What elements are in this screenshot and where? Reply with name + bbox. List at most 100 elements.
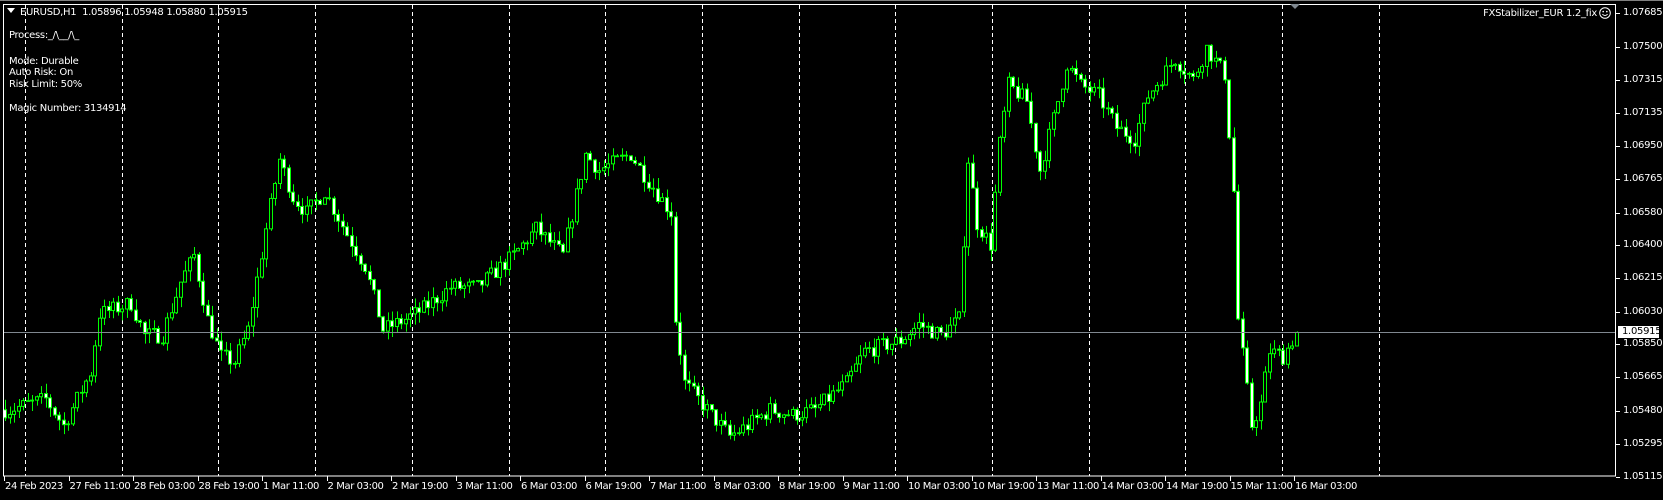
candle: [656, 178, 660, 204]
price-tick-label: 1.05115: [1623, 470, 1663, 482]
candle: [8, 406, 12, 424]
candle: [1187, 71, 1191, 79]
candle: [395, 311, 399, 333]
candle: [746, 418, 750, 436]
candle: [1281, 344, 1285, 365]
candle: [242, 330, 246, 349]
candle: [989, 223, 993, 261]
smiley-icon[interactable]: [1599, 7, 1611, 19]
candle: [431, 287, 435, 317]
candle: [107, 300, 111, 318]
candle: [399, 314, 403, 330]
candle: [84, 379, 88, 398]
candle: [134, 299, 138, 324]
candle: [1218, 57, 1222, 64]
candle: [818, 394, 822, 411]
candle: [1043, 150, 1047, 180]
symbol-menu-icon[interactable]: [7, 8, 15, 13]
candle: [102, 299, 106, 326]
candle: [1025, 83, 1029, 102]
price-tick-label: 1.06030: [1623, 305, 1663, 317]
candle: [404, 313, 408, 332]
price-tick-label: 1.06215: [1623, 272, 1663, 284]
time-tick-label: 24 Feb 2023: [5, 481, 63, 492]
symbol-label: EURUSD,H1: [20, 7, 77, 18]
candle: [440, 290, 444, 312]
candle: [269, 193, 273, 231]
candle: [606, 153, 610, 177]
time-tick-label: 6 Mar 03:00: [521, 481, 578, 492]
price-tick-label: 1.05480: [1623, 404, 1663, 416]
candle: [363, 263, 367, 275]
candle: [530, 223, 534, 247]
candle: [998, 135, 1002, 196]
candle: [314, 192, 318, 211]
candle: [962, 236, 966, 318]
candle: [98, 308, 102, 351]
candle: [1083, 74, 1087, 94]
candle: [575, 178, 579, 225]
candle: [1205, 44, 1209, 77]
candle: [584, 151, 588, 183]
candle: [566, 217, 570, 253]
candle: [93, 340, 97, 383]
candle: [1061, 88, 1065, 108]
candle: [66, 420, 70, 431]
candle: [372, 278, 376, 295]
candle: [39, 386, 43, 404]
candle: [1038, 150, 1042, 181]
candle: [723, 411, 727, 428]
candle: [152, 320, 156, 332]
candle: [1236, 184, 1240, 321]
candle: [755, 409, 759, 425]
candle: [1074, 60, 1078, 82]
candle: [800, 411, 804, 427]
time-tick-label: 27 Feb 11:00: [69, 481, 131, 492]
candle: [1119, 120, 1123, 130]
candle: [224, 341, 228, 356]
candle: [1250, 378, 1254, 431]
candle: [903, 336, 907, 345]
candle: [386, 312, 390, 340]
candle: [1164, 57, 1168, 86]
candle: [179, 281, 183, 308]
candle: [638, 161, 642, 166]
candle: [422, 297, 426, 314]
candle: [764, 411, 768, 426]
candle: [1110, 106, 1114, 119]
candle: [48, 394, 52, 417]
candle: [1137, 114, 1141, 157]
candle: [953, 308, 957, 334]
candle: [732, 424, 736, 441]
expert-advisor-name[interactable]: FXStabilizer_EUR 1.2_fix: [1483, 8, 1597, 20]
candle: [611, 148, 615, 171]
time-tick-label: 10 Mar 03:00: [908, 481, 970, 492]
candle: [1277, 345, 1281, 357]
candle: [278, 153, 282, 189]
time-tick-label: 2 Mar 19:00: [392, 481, 449, 492]
candle: [507, 246, 511, 276]
candle: [1128, 130, 1132, 154]
candle: [26, 393, 30, 402]
candle: [633, 156, 637, 166]
candle: [980, 226, 984, 242]
candle: [966, 157, 970, 256]
candle: [1056, 101, 1060, 115]
price-chart[interactable]: [0, 0, 1663, 500]
candle: [863, 342, 867, 359]
candle: [849, 365, 853, 383]
time-tick-label: 6 Mar 19:00: [585, 481, 642, 492]
price-tick-label: 1.06580: [1623, 206, 1663, 218]
candle: [120, 304, 124, 321]
candle: [1133, 132, 1137, 154]
symbol-ohlc-header: EURUSD,H1 1.05896 1.05948 1.05880 1.0591…: [20, 7, 248, 19]
process-label: Process:: [9, 30, 48, 41]
candle: [813, 396, 817, 418]
candle: [354, 236, 358, 262]
candle: [516, 247, 520, 252]
time-tick-label: 1 Mar 11:00: [263, 481, 320, 492]
process-signal: _/\__/\_: [47, 30, 79, 41]
candle: [210, 305, 214, 340]
time-tick-label: 28 Feb 19:00: [198, 481, 260, 492]
candle: [561, 242, 565, 254]
